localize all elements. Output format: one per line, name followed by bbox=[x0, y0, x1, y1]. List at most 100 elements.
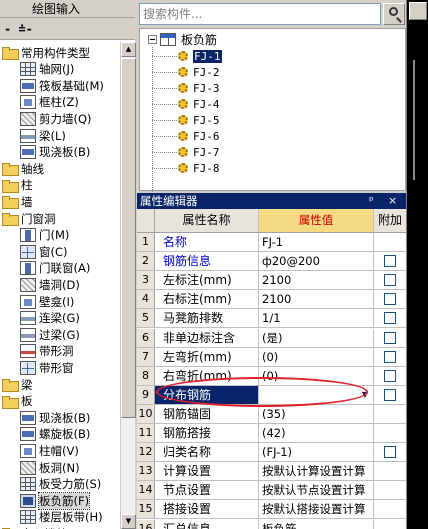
component-item[interactable]: FJ-2 bbox=[152, 64, 220, 80]
tree-item[interactable]: 现浇板(B) bbox=[20, 409, 90, 426]
tree-item[interactable]: 壁龛(I) bbox=[20, 293, 74, 310]
scroll-down-button[interactable]: ▼ bbox=[121, 514, 136, 529]
header-property-name[interactable]: 属性名称 bbox=[155, 209, 259, 232]
tree-item[interactable]: 常用构件类型 bbox=[2, 44, 90, 61]
property-value[interactable]: (0) bbox=[259, 366, 374, 385]
property-value[interactable]: (35) bbox=[259, 404, 374, 423]
component-item[interactable]: FJ-4 bbox=[152, 96, 220, 112]
property-row[interactable]: 15 搭接设置 按默认搭接设置计算 bbox=[137, 500, 406, 520]
extra-checkbox[interactable] bbox=[384, 369, 396, 382]
gear-icon bbox=[178, 147, 188, 157]
property-value[interactable]: (42) bbox=[259, 424, 374, 442]
extra-checkbox[interactable] bbox=[384, 293, 396, 306]
extra-checkbox[interactable] bbox=[384, 446, 396, 459]
property-value[interactable]: (是) bbox=[259, 328, 374, 347]
header-property-value[interactable]: 属性值 bbox=[259, 209, 374, 232]
tree-root[interactable]: 板负筋 bbox=[148, 31, 217, 47]
chevron-down-icon[interactable]: ▼ bbox=[359, 388, 371, 402]
component-item[interactable]: FJ-7 bbox=[152, 144, 220, 160]
extra-checkbox[interactable] bbox=[384, 255, 396, 268]
property-row[interactable]: 10 钢筋锚固 (35) bbox=[137, 404, 406, 424]
property-value[interactable]: ф20@200 bbox=[259, 252, 374, 271]
tree-item[interactable]: 门(M) bbox=[20, 227, 69, 244]
property-row[interactable]: 11 钢筋搭接 (42) bbox=[137, 424, 406, 443]
tree-item[interactable]: 剪力墙(Q) bbox=[20, 110, 92, 127]
collapse-toggle[interactable]: - ≐- bbox=[4, 22, 33, 36]
property-row[interactable]: 9 分布钢筋 ▼ bbox=[137, 385, 406, 405]
property-row[interactable]: 14 节点设置 按默认节点设置计算 bbox=[137, 481, 406, 501]
property-value[interactable]: (0) bbox=[259, 347, 374, 366]
property-row[interactable]: 7 左弯折(mm) (0) bbox=[137, 347, 406, 367]
panel-button[interactable] bbox=[409, 2, 427, 20]
extra-checkbox[interactable] bbox=[384, 331, 396, 344]
tree-item[interactable]: 墙洞(D) bbox=[20, 276, 80, 293]
property-value[interactable]: 1/1 bbox=[259, 309, 374, 328]
tree-item[interactable]: 柱帽(V) bbox=[20, 442, 79, 459]
component-item[interactable]: FJ-3 bbox=[152, 80, 220, 96]
search-button[interactable] bbox=[383, 3, 405, 25]
property-row[interactable]: 1 名称 FJ-1 bbox=[137, 233, 406, 252]
tree-item[interactable]: 柱 bbox=[2, 177, 33, 194]
tree-item[interactable]: 板受力筋(S) bbox=[20, 476, 101, 493]
component-item[interactable]: FJ-5 bbox=[152, 112, 220, 128]
tree-item[interactable]: 板负筋(F) bbox=[20, 491, 91, 510]
tree-item[interactable]: 轴网(J) bbox=[20, 61, 74, 78]
property-value[interactable]: 按默认搭接设置计算 bbox=[259, 500, 374, 519]
tree-item[interactable]: 板洞(N) bbox=[20, 459, 80, 476]
tree-item[interactable]: 带形窗 bbox=[20, 359, 74, 376]
tree-item[interactable]: 门联窗(A) bbox=[20, 260, 90, 277]
extra-checkbox[interactable] bbox=[384, 388, 396, 401]
tree-item[interactable]: 板 bbox=[2, 393, 33, 410]
component-item[interactable]: FJ-1 bbox=[152, 48, 223, 64]
scroll-thumb[interactable] bbox=[121, 58, 136, 418]
property-value[interactable]: 按默认节点设置计算 bbox=[259, 481, 374, 500]
close-icon[interactable]: × bbox=[388, 193, 397, 209]
extra-checkbox[interactable] bbox=[384, 274, 396, 287]
tree-item[interactable]: 门窗洞 bbox=[2, 210, 56, 227]
tree-item[interactable]: 楼层板带(H) bbox=[20, 509, 103, 526]
grid-icon bbox=[20, 510, 36, 525]
property-value[interactable]: (FJ-1) bbox=[259, 443, 374, 462]
tree-item[interactable]: 带形洞 bbox=[20, 343, 74, 360]
tree-item[interactable]: 现浇板(B) bbox=[20, 144, 90, 161]
tree-item[interactable]: 梁(L) bbox=[20, 127, 66, 144]
component-item[interactable]: FJ-8 bbox=[152, 160, 220, 176]
component-item[interactable]: FJ-6 bbox=[152, 128, 220, 144]
property-value[interactable]: 2100 bbox=[259, 290, 374, 309]
scroll-up-button[interactable]: ▲ bbox=[121, 42, 136, 57]
property-row[interactable]: 12 归类名称 (FJ-1) bbox=[137, 443, 406, 463]
property-row[interactable]: 4 右标注(mm) 2100 bbox=[137, 290, 406, 310]
pin-icon[interactable]: ᵖ bbox=[369, 193, 374, 209]
tree-item[interactable]: 过梁(G) bbox=[20, 326, 80, 343]
search-input[interactable]: 搜索构件... bbox=[139, 3, 381, 25]
property-value[interactable]: FJ-1 bbox=[259, 233, 374, 251]
left-scrollbar[interactable]: ▲ ▼ bbox=[120, 42, 136, 529]
tree-item[interactable]: 螺旋板(B) bbox=[20, 426, 90, 443]
property-row[interactable]: 13 计算设置 按默认计算设置计算 bbox=[137, 462, 406, 482]
property-row[interactable]: 16 汇总信息 板负筋 bbox=[137, 519, 406, 529]
tree-item[interactable]: 梁 bbox=[2, 376, 33, 393]
property-value-text: 按默认计算设置计算 bbox=[262, 464, 366, 479]
property-row[interactable]: 5 马凳筋排数 1/1 bbox=[137, 309, 406, 329]
tree-item[interactable]: 连梁(G) bbox=[20, 310, 80, 327]
property-value[interactable]: 按默认计算设置计算 bbox=[259, 462, 374, 481]
property-row[interactable]: 2 钢筋信息 ф20@200 bbox=[137, 252, 406, 272]
tree-item[interactable]: 轴线 bbox=[2, 160, 44, 177]
property-value[interactable]: 板负筋 bbox=[259, 519, 374, 529]
property-value-dropdown[interactable]: ▼ bbox=[259, 385, 374, 404]
collapse-icon[interactable] bbox=[148, 34, 157, 44]
extra-cell bbox=[374, 252, 406, 270]
tree-item[interactable]: 框柱(Z) bbox=[20, 94, 79, 111]
tree-item[interactable]: 窗(C) bbox=[20, 243, 68, 260]
row-number: 11 bbox=[137, 424, 155, 442]
property-row[interactable]: 6 非单边标注含 (是) bbox=[137, 328, 406, 348]
property-value[interactable]: 2100 bbox=[259, 271, 374, 290]
property-row[interactable]: 8 右弯折(mm) (0) bbox=[137, 366, 406, 386]
tree-item[interactable]: 墙 bbox=[2, 193, 33, 210]
tree-item[interactable]: 空心楼盖 bbox=[2, 525, 67, 529]
property-row[interactable]: 3 左标注(mm) 2100 bbox=[137, 271, 406, 291]
extra-checkbox[interactable] bbox=[384, 350, 396, 363]
extra-checkbox[interactable] bbox=[384, 312, 396, 325]
header-extra[interactable]: 附加 bbox=[374, 209, 406, 232]
tree-item[interactable]: 筏板基础(M) bbox=[20, 77, 104, 94]
